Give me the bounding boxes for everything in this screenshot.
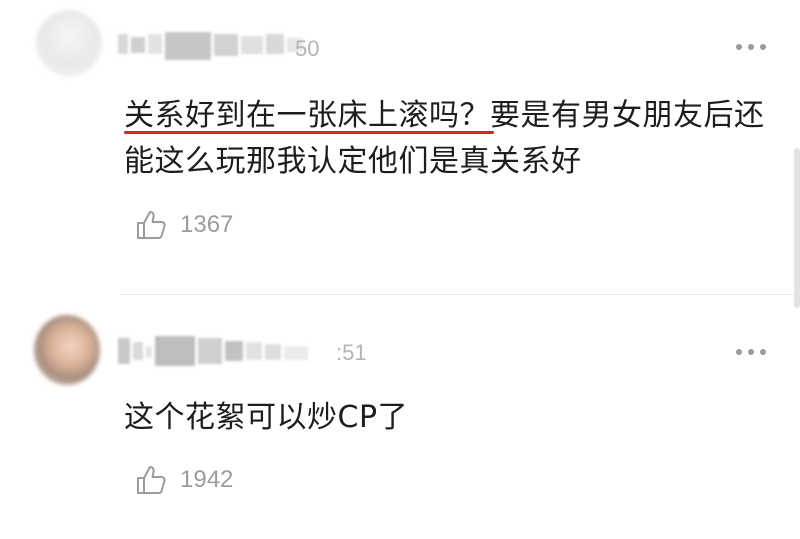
comment-text: 这个花絮可以炒CP了 <box>124 400 409 435</box>
comment-text: 关系好到在一张床上滚吗？要是有男女朋友后还能这么玩那我认定他们是真关系好 <box>124 98 765 179</box>
username-blurred[interactable] <box>118 336 308 366</box>
comment-timestamp: :51 <box>336 340 367 365</box>
more-dots-icon[interactable] <box>736 44 766 50</box>
avatar[interactable] <box>36 10 102 76</box>
scrollbar[interactable] <box>794 148 800 308</box>
comment-timestamp: 50 <box>295 36 320 61</box>
like-button[interactable]: 1367 <box>134 208 233 242</box>
like-count: 1942 <box>180 466 234 493</box>
like-button[interactable]: 1942 <box>134 463 233 497</box>
more-dots-icon[interactable] <box>736 349 766 355</box>
comment-divider <box>120 294 800 295</box>
avatar[interactable] <box>34 315 100 385</box>
thumbs-up-icon <box>137 211 166 239</box>
username-blurred[interactable] <box>118 32 303 60</box>
like-count: 1367 <box>180 211 234 238</box>
comment-feed: 50 关系好到在一张床上滚吗？要是有男女朋友后还能这么玩那我认定他们是真关系好 … <box>0 0 800 539</box>
thumbs-up-icon <box>137 466 166 494</box>
comment-item: 50 关系好到在一张床上滚吗？要是有男女朋友后还能这么玩那我认定他们是真关系好 … <box>0 0 800 296</box>
